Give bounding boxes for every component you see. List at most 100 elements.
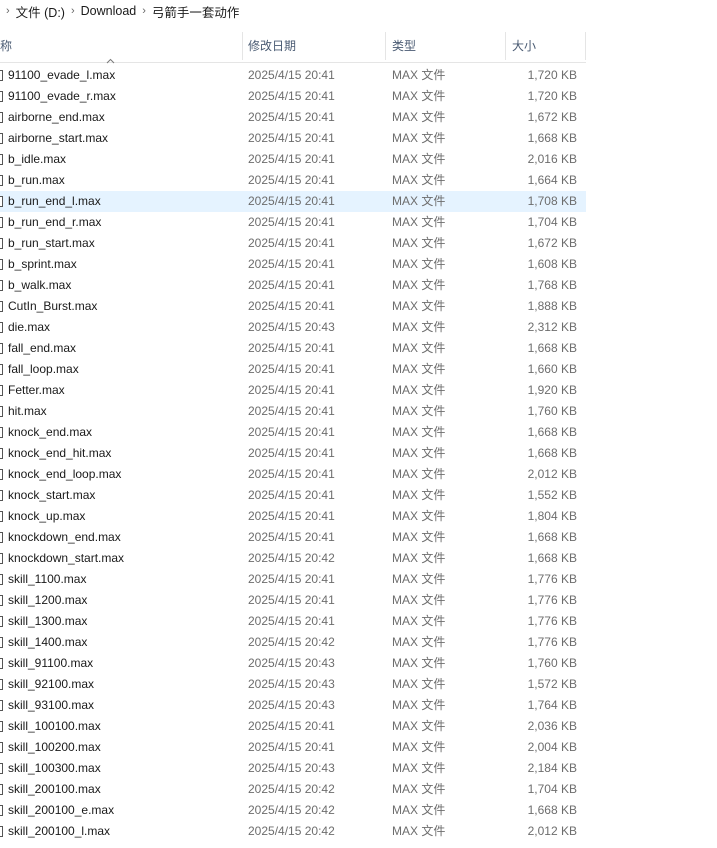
file-size: 1,668 KB: [527, 341, 577, 355]
file-row[interactable]: CutIn_Burst.max 2025/4/15 20:41 MAX 文件 1,88…: [0, 296, 586, 317]
file-size: 2,004 KB: [527, 740, 577, 754]
sort-up-icon: [106, 58, 115, 64]
file-name: knock_end_hit.max: [8, 446, 112, 460]
file-name: b_run_start.max: [8, 236, 95, 250]
file-row[interactable]: b_run_end_l.max 2025/4/15 20:41 MAX 文件 1,70…: [0, 191, 586, 212]
file-size: 1,704 KB: [527, 215, 577, 229]
file-row[interactable]: skill_100200.max 2025/4/15 20:41 MAX 文件 2,0…: [0, 737, 586, 758]
file-name: skill_200100_l.max: [8, 824, 111, 838]
file-row[interactable]: fall_loop.max 2025/4/15 20:41 MAX 文件 1,660 …: [0, 359, 586, 380]
file-row[interactable]: airborne_end.max 2025/4/15 20:41 MAX 文件 1,6…: [0, 107, 586, 128]
file-row[interactable]: b_run.max 2025/4/15 20:41 MAX 文件 1,664 KB: [0, 170, 586, 191]
file-name: b_run_end_r.max: [8, 215, 102, 229]
file-row[interactable]: Fetter.max 2025/4/15 20:41 MAX 文件 1,920 KB: [0, 380, 586, 401]
file-row[interactable]: skill_1400.max 2025/4/15 20:42 MAX 文件 1,776…: [0, 632, 586, 653]
file-name: skill_1200.max: [8, 593, 88, 607]
file-row[interactable]: skill_1100.max 2025/4/15 20:41 MAX 文件 1,776…: [0, 569, 586, 590]
file-size: 1,776 KB: [527, 572, 577, 586]
file-type: MAX 文件: [392, 404, 446, 418]
file-row[interactable]: skill_92100.max 2025/4/15 20:43 MAX 文件 1,57…: [0, 674, 586, 695]
file-row[interactable]: 91100_evade_r.max 2025/4/15 20:41 MAX 文件 1,…: [0, 86, 586, 107]
file-row[interactable]: b_run_start.max 2025/4/15 20:41 MAX 文件 1,67…: [0, 233, 586, 254]
file-modified-date: 2025/4/15 20:41: [248, 530, 335, 544]
file-row[interactable]: 91100_evade_l.max 2025/4/15 20:41 MAX 文件 1,…: [0, 65, 586, 86]
file-type: MAX 文件: [392, 572, 446, 586]
file-name: skill_100200.max: [8, 740, 101, 754]
file-modified-date: 2025/4/15 20:41: [248, 404, 335, 418]
file-row[interactable]: airborne_start.max 2025/4/15 20:41 MAX 文件 1…: [0, 128, 586, 149]
column-header-type[interactable]: 类型: [392, 30, 416, 62]
file-type: MAX 文件: [392, 614, 446, 628]
file-row[interactable]: knock_end_hit.max 2025/4/15 20:41 MAX 文件 1,…: [0, 443, 586, 464]
file-name: airborne_start.max: [8, 131, 109, 145]
file-name: fall_end.max: [8, 341, 77, 355]
file-type: MAX 文件: [392, 698, 446, 712]
breadcrumb-item-download[interactable]: Download: [81, 4, 137, 18]
file-name: skill_1400.max: [8, 635, 88, 649]
file-name: b_run.max: [8, 173, 65, 187]
file-name: skill_100300.max: [8, 761, 101, 775]
column-header-size[interactable]: 大小: [512, 30, 536, 62]
file-row[interactable]: b_idle.max 2025/4/15 20:41 MAX 文件 2,016 KB: [0, 149, 586, 170]
file-size: 1,760 KB: [527, 656, 577, 670]
column-divider[interactable]: [385, 32, 386, 60]
file-type: MAX 文件: [392, 551, 446, 565]
file-name: 91100_evade_r.max: [8, 89, 116, 103]
file-type: MAX 文件: [392, 530, 446, 544]
column-header-name[interactable]: 称: [0, 30, 12, 62]
file-row[interactable]: skill_200100.max 2025/4/15 20:42 MAX 文件 1,7…: [0, 779, 586, 800]
file-icon: [0, 175, 3, 186]
file-modified-date: 2025/4/15 20:41: [248, 425, 335, 439]
file-icon: [0, 763, 3, 774]
file-size: 1,672 KB: [527, 236, 577, 250]
file-row[interactable]: skill_100100.max 2025/4/15 20:41 MAX 文件 2,0…: [0, 716, 586, 737]
file-row[interactable]: knock_up.max 2025/4/15 20:41 MAX 文件 1,804 K…: [0, 506, 586, 527]
file-modified-date: 2025/4/15 20:41: [248, 488, 335, 502]
file-type: MAX 文件: [392, 110, 446, 124]
file-row[interactable]: knockdown_end.max 2025/4/15 20:41 MAX 文件 1,…: [0, 527, 586, 548]
file-name: skill_92100.max: [8, 677, 95, 691]
file-icon: [0, 721, 3, 732]
file-row[interactable]: skill_1300.max 2025/4/15 20:41 MAX 文件 1,776…: [0, 611, 586, 632]
file-size: 1,668 KB: [527, 446, 577, 460]
column-divider[interactable]: [505, 32, 506, 60]
file-row[interactable]: skill_100300.max 2025/4/15 20:43 MAX 文件 2,1…: [0, 758, 586, 779]
file-row[interactable]: skill_200100_l.max 2025/4/15 20:42 MAX 文件 2…: [0, 821, 586, 842]
breadcrumb-item-drive[interactable]: 文件 (D:): [16, 2, 65, 21]
file-row[interactable]: skill_93100.max 2025/4/15 20:43 MAX 文件 1,76…: [0, 695, 586, 716]
file-row[interactable]: knock_end.max 2025/4/15 20:41 MAX 文件 1,668 …: [0, 422, 586, 443]
file-type: MAX 文件: [392, 782, 446, 796]
column-header-date[interactable]: 修改日期: [248, 30, 296, 62]
file-row[interactable]: skill_200100_e.max 2025/4/15 20:42 MAX 文件 1…: [0, 800, 586, 821]
file-row[interactable]: b_run_end_r.max 2025/4/15 20:41 MAX 文件 1,70…: [0, 212, 586, 233]
column-divider[interactable]: [242, 32, 243, 60]
file-row[interactable]: b_sprint.max 2025/4/15 20:41 MAX 文件 1,608 K…: [0, 254, 586, 275]
column-divider[interactable]: [585, 32, 586, 60]
file-name: knockdown_start.max: [8, 551, 125, 565]
file-row[interactable]: hit.max 2025/4/15 20:41 MAX 文件 1,760 KB: [0, 401, 586, 422]
file-size: 1,668 KB: [527, 530, 577, 544]
file-icon: [0, 679, 3, 690]
file-size: 2,012 KB: [527, 824, 577, 838]
file-name: Fetter.max: [8, 383, 65, 397]
file-modified-date: 2025/4/15 20:41: [248, 341, 335, 355]
file-row[interactable]: knock_end_loop.max 2025/4/15 20:41 MAX 文件 2…: [0, 464, 586, 485]
breadcrumb-item-current-folder[interactable]: 弓箭手一套动作: [152, 2, 240, 21]
file-row[interactable]: die.max 2025/4/15 20:43 MAX 文件 2,312 KB: [0, 317, 586, 338]
file-row[interactable]: fall_end.max 2025/4/15 20:41 MAX 文件 1,668 K…: [0, 338, 586, 359]
file-name: skill_1100.max: [8, 572, 87, 586]
file-size: 2,016 KB: [527, 152, 577, 166]
file-name: knockdown_end.max: [8, 530, 121, 544]
file-type: MAX 文件: [392, 257, 446, 271]
file-type: MAX 文件: [392, 194, 446, 208]
file-row[interactable]: skill_91100.max 2025/4/15 20:43 MAX 文件 1,76…: [0, 653, 586, 674]
file-size: 1,664 KB: [527, 173, 577, 187]
file-row[interactable]: knockdown_start.max 2025/4/15 20:42 MAX 文件…: [0, 548, 586, 569]
file-icon: [0, 406, 3, 417]
file-type: MAX 文件: [392, 320, 446, 334]
file-row[interactable]: b_walk.max 2025/4/15 20:41 MAX 文件 1,768 KB: [0, 275, 586, 296]
file-row[interactable]: knock_start.max 2025/4/15 20:41 MAX 文件 1,55…: [0, 485, 586, 506]
file-row[interactable]: skill_1200.max 2025/4/15 20:41 MAX 文件 1,776…: [0, 590, 586, 611]
file-name: knock_up.max: [8, 509, 86, 523]
file-icon: [0, 469, 3, 480]
